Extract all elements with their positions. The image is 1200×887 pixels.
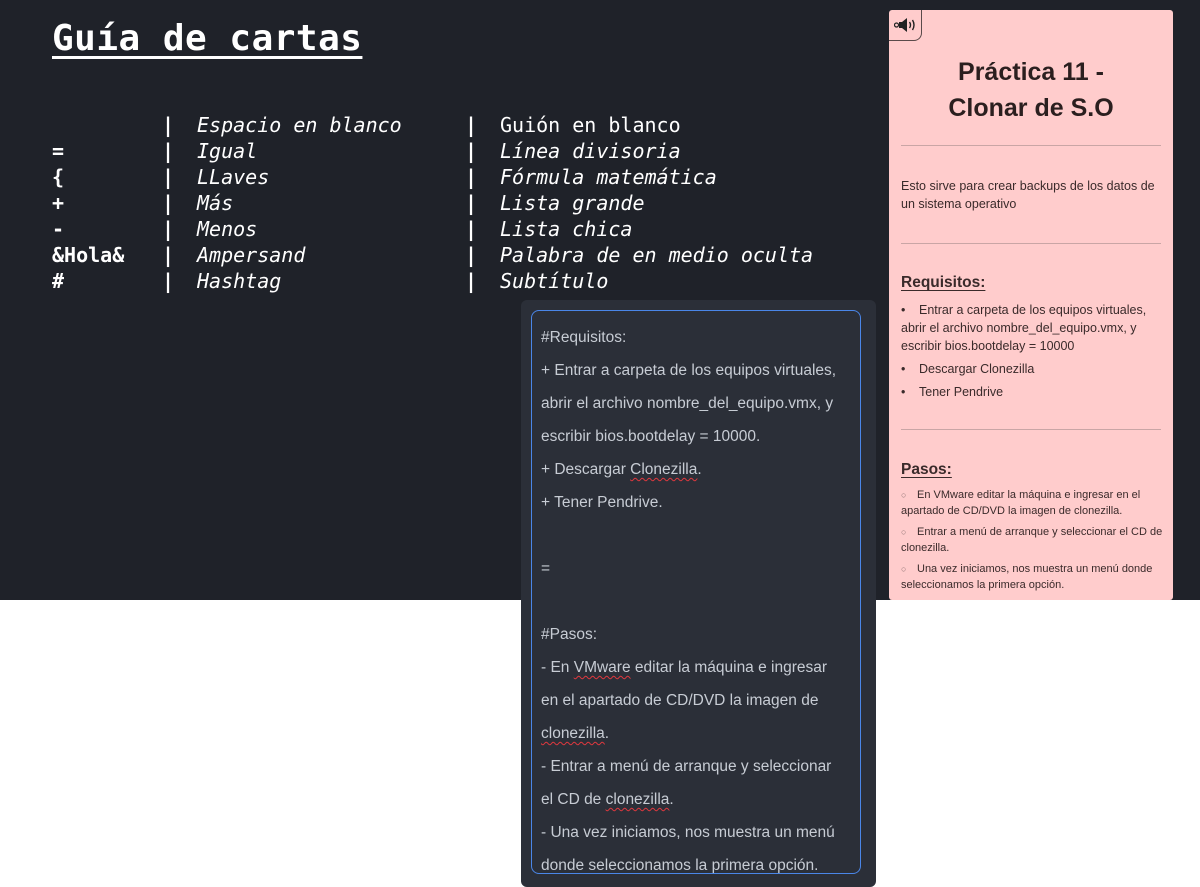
editor-line: donde seleccionamos la primera opción. — [541, 857, 819, 874]
column-separator: | — [162, 191, 175, 215]
requisito-item: • Descargar Clonezilla — [901, 362, 1035, 376]
editor-line: + Entrar a carpeta de los equipos virtua… — [541, 362, 837, 379]
guide-description: Fórmula matemática — [500, 165, 717, 189]
bullet-icon: • — [901, 362, 906, 376]
editor-line: - En VMware editar la máquina e ingresar — [541, 659, 828, 676]
card-title-line1: Práctica 11 - — [958, 58, 1104, 86]
card-editor-panel: #Requisitos: + Entrar a carpeta de los eq… — [521, 300, 876, 887]
guide-symbol: + — [52, 191, 65, 215]
spellcheck-error: VMware — [573, 659, 631, 676]
divider — [901, 243, 1161, 244]
guide-symbol: &Hola& — [52, 243, 125, 267]
editor-line: - Entrar a menú de arranque y selecciona… — [541, 758, 832, 775]
card-description: Esto sirve para crear backups de los dat… — [901, 179, 1155, 211]
card-title: Práctica 11 - Clonar de S.O — [889, 54, 1173, 126]
requisitos-heading: Requisitos: — [901, 274, 986, 291]
guide-symbol: { — [52, 165, 65, 189]
pasos-heading: Pasos: — [901, 461, 952, 478]
paso-item: ○ Entrar a menú de arranque y seleccionar… — [901, 526, 1163, 554]
guide-title: Guía de cartas — [52, 18, 363, 59]
guide-symbol: = — [52, 139, 65, 163]
sound-button[interactable] — [889, 10, 922, 41]
editor-line: #Requisitos: — [541, 329, 627, 346]
column-separator: | — [465, 113, 478, 137]
spellcheck-error: clonezilla — [541, 725, 605, 742]
column-separator: | — [162, 139, 175, 163]
requisito-item: • Entrar a carpeta de los equipos virtual… — [901, 303, 1147, 353]
circle-bullet-icon: ○ — [901, 527, 907, 537]
guide-symbol: - — [52, 217, 65, 241]
editor-line: #Pasos: — [541, 626, 598, 643]
editor-line: escribir bios.bootdelay = 10000. — [541, 428, 761, 445]
guide-name: Igual — [197, 139, 258, 163]
guide-name: Espacio en blanco — [197, 113, 402, 137]
divider — [901, 145, 1161, 146]
editor-line: + Tener Pendrive. — [541, 494, 663, 511]
column-separator: | — [465, 139, 478, 163]
column-separator: | — [465, 165, 478, 189]
speaker-icon — [894, 18, 915, 32]
guide-description: Guión en blanco — [500, 113, 681, 137]
editor-line: - Una vez iniciamos, nos muestra un menú — [541, 824, 835, 841]
guide-description: Línea divisoria — [500, 139, 681, 163]
column-separator: | — [162, 113, 175, 137]
guide-name: LLaves — [197, 165, 270, 189]
divider — [901, 429, 1161, 430]
guide-name: Menos — [197, 217, 258, 241]
column-separator: | — [465, 217, 478, 241]
column-separator: | — [162, 243, 175, 267]
flashcard-preview: Práctica 11 - Clonar de S.O Esto sirve p… — [889, 10, 1173, 600]
guide-symbol: # — [52, 269, 65, 293]
column-separator: | — [465, 243, 478, 267]
pasos-list: ○ En VMware editar la máquina e ingresar … — [901, 487, 1166, 598]
column-separator: | — [465, 191, 478, 215]
bullet-icon: • — [901, 303, 906, 317]
card-title-line2: Clonar de S.O — [948, 94, 1114, 122]
editor-line: el CD de clonezilla. — [541, 791, 674, 808]
editor-line: abrir el archivo nombre_del_equipo.vmx, … — [541, 395, 834, 412]
guide-description: Subtítulo — [500, 269, 609, 293]
column-separator: | — [162, 165, 175, 189]
circle-bullet-icon: ○ — [901, 490, 907, 500]
spellcheck-error: clonezilla — [605, 791, 670, 808]
guide-description: Lista grande — [500, 191, 645, 215]
column-separator: | — [162, 269, 175, 293]
column-separator: | — [465, 269, 478, 293]
card-text-editor[interactable]: #Requisitos: + Entrar a carpeta de los eq… — [531, 310, 861, 874]
editor-line: = — [541, 560, 551, 577]
requisito-item: • Tener Pendrive — [901, 385, 1004, 399]
guide-description: Palabra de en medio oculta — [500, 243, 814, 267]
editor-line: clonezilla. — [541, 725, 610, 742]
editor-line: en el apartado de CD/DVD la imagen de — [541, 692, 819, 709]
column-separator: | — [162, 217, 175, 241]
paso-item: ○ En VMware editar la máquina e ingresar … — [901, 489, 1141, 517]
guide-name: Ampersand — [197, 243, 306, 267]
paso-item: ○ Una vez iniciamos, nos muestra un menú … — [901, 563, 1153, 591]
circle-bullet-icon: ○ — [901, 564, 907, 574]
guide-name: Más — [197, 191, 234, 215]
guide-description: Lista chica — [500, 217, 633, 241]
requisitos-list: • Entrar a carpeta de los equipos virtual… — [901, 301, 1166, 406]
guide-name: Hashtag — [197, 269, 282, 293]
bullet-icon: • — [901, 385, 906, 399]
spellcheck-error: Clonezilla — [630, 461, 698, 478]
editor-line: + Descargar Clonezilla. — [541, 461, 702, 478]
